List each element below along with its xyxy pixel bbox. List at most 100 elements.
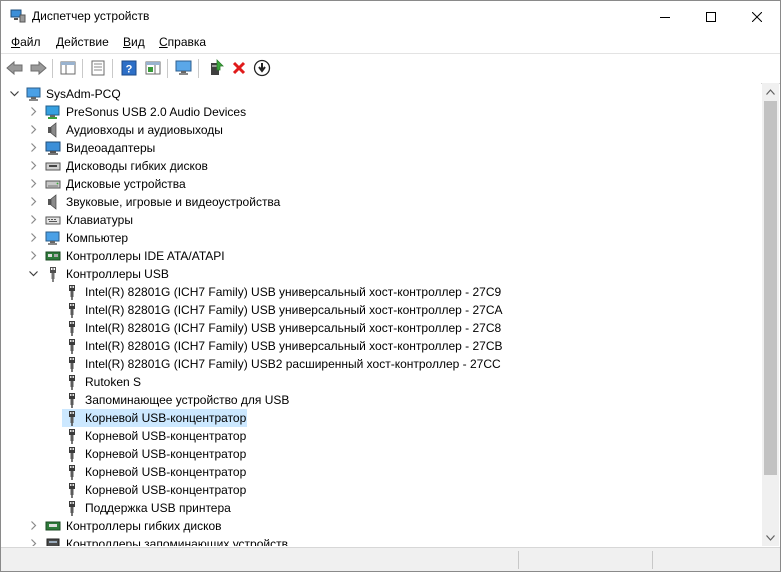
tree-category[interactable]: Дисковые устройства: [1, 175, 761, 193]
tree-device[interactable]: Intel(R) 82801G (ICH7 Family) USB универ…: [1, 337, 761, 355]
tree-item-label: PreSonus USB 2.0 Audio Devices: [66, 105, 247, 119]
usb-device-icon: [64, 374, 80, 390]
chevron-right-icon[interactable]: [28, 214, 39, 225]
display-adapter-icon: [45, 140, 61, 156]
tree-device[interactable]: Корневой USB-концентратор: [1, 409, 761, 427]
tree-category[interactable]: Клавиатуры: [1, 211, 761, 229]
chevron-right-icon[interactable]: [28, 196, 39, 207]
toolbar-separator: [82, 59, 83, 78]
usb-icon: [45, 266, 61, 282]
back-button[interactable]: [5, 58, 25, 78]
scroll-up-button[interactable]: [762, 83, 779, 100]
properties-icon: [91, 60, 105, 76]
forward-button[interactable]: [28, 58, 48, 78]
tree-category[interactable]: Видеоадаптеры: [1, 139, 761, 157]
usb-device-icon: [64, 500, 80, 516]
tree-item-label: Корневой USB-концентратор: [85, 465, 247, 479]
menu-action[interactable]: Действие: [56, 35, 109, 49]
usb-device-icon: [64, 446, 80, 462]
toolbar-separator: [198, 59, 199, 78]
chevron-right-icon[interactable]: [28, 232, 39, 243]
chevron-right-icon[interactable]: [28, 124, 39, 135]
scan-hardware-button[interactable]: [174, 58, 194, 78]
tree-item-label: Компьютер: [66, 231, 129, 245]
properties-button[interactable]: [88, 58, 108, 78]
chevron-right-icon[interactable]: [28, 106, 39, 117]
tree-device[interactable]: Intel(R) 82801G (ICH7 Family) USB универ…: [1, 319, 761, 337]
chevron-right-icon[interactable]: [28, 178, 39, 189]
floppy-controller-icon: [45, 518, 61, 534]
maximize-button[interactable]: [688, 1, 734, 32]
minimize-icon: [660, 16, 670, 18]
menu-file-label: айл: [20, 35, 41, 49]
menu-view[interactable]: Вид: [123, 35, 145, 49]
computer-icon: [45, 230, 61, 246]
close-button[interactable]: [734, 1, 780, 32]
speaker-icon: [45, 122, 61, 138]
tree-item-label: Корневой USB-концентратор: [85, 447, 247, 461]
action-pane-button[interactable]: [143, 58, 163, 78]
tree-item-label: Клавиатуры: [66, 213, 133, 227]
chevron-right-icon[interactable]: [28, 538, 39, 546]
tree-item-label: Корневой USB-концентратор: [85, 411, 247, 425]
device-manager-window: Диспетчер устройств Файл Действие Вид Сп…: [0, 0, 781, 572]
tree-device[interactable]: Запоминающее устройство для USB: [1, 391, 761, 409]
chevron-right-icon[interactable]: [28, 250, 39, 261]
tree-item-label: Контроллеры IDE ATA/ATAPI: [66, 249, 225, 263]
tree-item-label: Дисковые устройства: [66, 177, 186, 191]
update-driver-button[interactable]: [206, 58, 226, 78]
tree-device[interactable]: Корневой USB-концентратор: [1, 445, 761, 463]
menu-help[interactable]: Справка: [159, 35, 206, 49]
show-hide-console-tree-button[interactable]: [58, 58, 78, 78]
tree-device[interactable]: Intel(R) 82801G (ICH7 Family) USB2 расши…: [1, 355, 761, 373]
usb-device-icon: [64, 410, 80, 426]
usb-device-icon: [64, 338, 80, 354]
chevron-right-icon[interactable]: [28, 142, 39, 153]
device-manager-icon: [10, 9, 26, 23]
title-bar[interactable]: Диспетчер устройств: [1, 1, 780, 32]
tree-category[interactable]: Звуковые, игровые и видеоустройства: [1, 193, 761, 211]
floppy-drive-icon: [45, 158, 61, 174]
tree-category[interactable]: Контроллеры гибких дисков: [1, 517, 761, 535]
tree-category[interactable]: Контроллеры IDE ATA/ATAPI: [1, 247, 761, 265]
tree-category[interactable]: Аудиовходы и аудиовыходы: [1, 121, 761, 139]
scroll-down-button[interactable]: [762, 529, 779, 546]
chevron-down-icon[interactable]: [28, 268, 39, 279]
device-tree[interactable]: SysAdm-PCQ PreSonus USB 2.0 Audio Devices…: [1, 83, 761, 546]
disk-drive-icon: [45, 176, 61, 192]
disable-device-button[interactable]: [252, 58, 272, 78]
tree-device[interactable]: Поддержка USB принтера: [1, 499, 761, 517]
minimize-button[interactable]: [642, 1, 688, 32]
chevron-right-icon[interactable]: [28, 160, 39, 171]
uninstall-icon: [232, 61, 246, 75]
window-title: Диспетчер устройств: [32, 9, 150, 23]
monitor-icon: [45, 104, 61, 120]
tree-category[interactable]: Дисководы гибких дисков: [1, 157, 761, 175]
tree-category[interactable]: Компьютер: [1, 229, 761, 247]
tree-item-label: Дисководы гибких дисков: [66, 159, 208, 173]
tree-device[interactable]: Корневой USB-концентратор: [1, 481, 761, 499]
tree-device[interactable]: Корневой USB-концентратор: [1, 427, 761, 445]
tree-device[interactable]: Rutoken S: [1, 373, 761, 391]
tree-category-usb[interactable]: Контроллеры USB: [1, 265, 761, 283]
menu-help-accel: С: [159, 35, 168, 49]
tree-item-label: Видеоадаптеры: [66, 141, 156, 155]
menu-file[interactable]: Файл: [11, 35, 41, 49]
uninstall-button[interactable]: [229, 58, 249, 78]
speaker-icon: [45, 194, 61, 210]
tree-root[interactable]: SysAdm-PCQ: [1, 85, 761, 103]
tree-item-label: Intel(R) 82801G (ICH7 Family) USB универ…: [85, 321, 502, 335]
tree-item-label: Запоминающее устройство для USB: [85, 393, 290, 407]
chevron-right-icon[interactable]: [28, 520, 39, 531]
help-button[interactable]: ?: [119, 58, 139, 78]
tree-device[interactable]: Корневой USB-концентратор: [1, 463, 761, 481]
vertical-scrollbar[interactable]: [762, 83, 779, 546]
chevron-down-icon[interactable]: [9, 88, 20, 99]
scroll-thumb[interactable]: [764, 101, 777, 475]
tree-device[interactable]: Intel(R) 82801G (ICH7 Family) USB универ…: [1, 283, 761, 301]
tree-item-label: Звуковые, игровые и видеоустройства: [66, 195, 281, 209]
usb-device-icon: [64, 302, 80, 318]
tree-device[interactable]: Intel(R) 82801G (ICH7 Family) USB универ…: [1, 301, 761, 319]
tree-category[interactable]: Контроллеры запоминающих устройств: [1, 535, 761, 546]
tree-category[interactable]: PreSonus USB 2.0 Audio Devices: [1, 103, 761, 121]
